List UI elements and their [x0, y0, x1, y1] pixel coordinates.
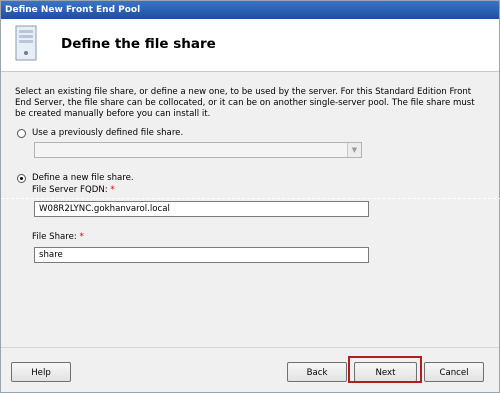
required-mark: * [79, 232, 84, 242]
description-text: Select an existing file share, or define… [15, 87, 475, 119]
required-mark: * [110, 185, 115, 195]
use-existing-label[interactable]: Use a previously defined file share. [32, 128, 183, 138]
divider [1, 198, 500, 199]
help-button[interactable]: Help [11, 362, 71, 382]
existing-share-dropdown[interactable]: ▼ [34, 142, 362, 158]
fqdn-label-text: File Server FQDN: [32, 185, 108, 195]
fqdn-label: File Server FQDN: * [32, 185, 115, 195]
back-button[interactable]: Back [287, 362, 347, 382]
header-panel: Define the file share [1, 19, 499, 72]
wizard-window: Define New Front End Pool Define the fil… [0, 0, 500, 393]
cancel-button[interactable]: Cancel [424, 362, 484, 382]
file-share-input[interactable]: share [34, 247, 369, 263]
fqdn-input[interactable]: W08R2LYNC.gokhanvarol.local [34, 201, 369, 217]
use-existing-radio[interactable] [17, 129, 26, 138]
page-title: Define the file share [61, 36, 216, 52]
define-new-label[interactable]: Define a new file share. [32, 173, 134, 183]
next-button-highlight [348, 356, 422, 383]
file-share-label: File Share: * [32, 232, 84, 242]
chevron-down-icon[interactable]: ▼ [347, 143, 361, 157]
title-bar: Define New Front End Pool [1, 1, 499, 19]
footer-divider [1, 347, 499, 348]
file-share-label-text: File Share: [32, 232, 77, 242]
define-new-radio[interactable] [17, 174, 26, 183]
server-icon [15, 25, 37, 61]
